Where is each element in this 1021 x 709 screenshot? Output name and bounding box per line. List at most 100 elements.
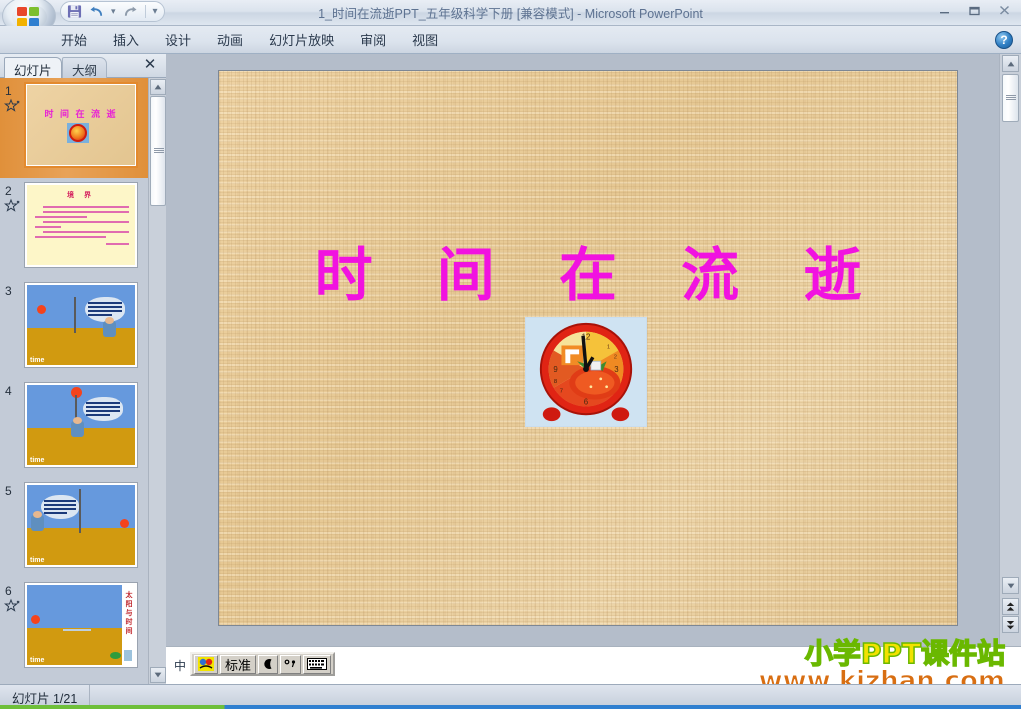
tab-view[interactable]: 视图 <box>399 26 451 54</box>
slide-caption: time <box>30 457 45 464</box>
customize-qat-icon[interactable]: ▾ <box>153 6 158 17</box>
slide-thumbnail-list[interactable]: 1 时 间 在 流 逝 2 境 界 3 time 4 time 5 time 6… <box>0 78 148 684</box>
tab-slides[interactable]: 幻灯片 <box>4 57 62 78</box>
slide-number: 2 <box>5 184 12 198</box>
speech-bubble <box>41 495 79 519</box>
slide-number: 4 <box>5 384 12 398</box>
tab-design[interactable]: 设计 <box>152 26 204 54</box>
half-moon-icon[interactable] <box>258 654 279 674</box>
slide-5-preview: time <box>27 485 135 565</box>
slide-thumbnail-2[interactable]: 2 境 界 <box>0 178 148 278</box>
slide-4-preview: time <box>27 385 135 465</box>
svg-text:2: 2 <box>614 354 617 360</box>
slide-thumbnail-5[interactable]: 5 time <box>0 478 148 578</box>
slides-panel: 幻灯片 大纲 ✕ 1 时 间 在 流 逝 2 境 界 3 time 4 time… <box>0 54 166 684</box>
next-slide-button[interactable] <box>1002 616 1019 633</box>
save-icon[interactable] <box>67 4 82 19</box>
animation-star-icon <box>4 98 20 112</box>
tab-insert[interactable]: 插入 <box>100 26 152 54</box>
slide-scroll-thumb[interactable] <box>1002 74 1019 122</box>
slide-area-scrollbar[interactable] <box>999 54 1021 646</box>
punctuation-icon[interactable] <box>280 654 302 674</box>
ime-language-bar[interactable]: 标准 <box>190 652 336 676</box>
svg-text:7: 7 <box>560 389 563 395</box>
clock-image[interactable]: 12 3 6 9 1 2 7 8 <box>525 317 647 427</box>
minimize-button[interactable] <box>935 2 955 18</box>
slide-1-title-text: 时 间 在 流 逝 <box>44 109 118 119</box>
quick-access-toolbar: ▾ ▾ <box>60 1 165 22</box>
slide-number: 6 <box>5 584 12 598</box>
undo-dropdown-icon[interactable]: ▾ <box>111 6 116 17</box>
slide-caption: time <box>30 657 45 664</box>
slide-2-title-text: 境 界 <box>67 192 95 199</box>
slide-scroll-down-button[interactable] <box>1002 577 1019 594</box>
help-icon[interactable]: ? <box>995 31 1013 49</box>
person-figure <box>71 417 84 437</box>
ime-logo-icon[interactable] <box>194 654 218 674</box>
scroll-grip-icon <box>154 147 164 155</box>
svg-text:1: 1 <box>607 344 610 350</box>
slides-scroll-up-button[interactable] <box>150 79 166 95</box>
slide-2-preview: 境 界 <box>27 185 135 265</box>
slide-thumbnail-frame: time <box>24 282 138 368</box>
slides-scroll-down-button[interactable] <box>150 667 166 683</box>
slide-1-preview: 时 间 在 流 逝 <box>27 85 135 165</box>
ribbon-tab-strip: 开始 插入 设计 动画 幻灯片放映 审阅 视图 ? <box>0 26 1021 54</box>
tab-home[interactable]: 开始 <box>48 26 100 54</box>
slide-2-body-lines <box>35 203 129 245</box>
restore-button[interactable] <box>965 2 985 18</box>
ime-prefix-text: 中 <box>174 659 187 673</box>
slide-6-preview: 太阳与时间 time <box>27 585 135 665</box>
slide-thumbnail-frame: 太阳与时间 time <box>24 582 138 668</box>
previous-slide-button[interactable] <box>1002 598 1019 615</box>
animation-star-icon <box>4 598 20 612</box>
person-figure <box>103 317 116 337</box>
slide-thumbnail-frame: time <box>24 482 138 568</box>
slide-number: 5 <box>5 484 12 498</box>
svg-text:9: 9 <box>553 365 557 374</box>
slide-number: 1 <box>5 84 12 98</box>
redo-icon[interactable] <box>123 5 138 19</box>
undo-icon[interactable] <box>89 5 104 19</box>
window-controls <box>935 2 1015 18</box>
slide-thumbnail-frame: 时 间 在 流 逝 <box>24 82 138 168</box>
tab-outline[interactable]: 大纲 <box>62 57 108 78</box>
slide-scroll-up-button[interactable] <box>1002 55 1019 72</box>
ime-mode-button[interactable]: 标准 <box>220 654 257 674</box>
slide-3-preview: time <box>27 285 135 365</box>
close-button[interactable] <box>995 2 1015 18</box>
slide-counter: 幻灯片 1/21 <box>0 685 91 706</box>
powerpoint-window: 1_时间在流逝PPT_五年级科学下册 [兼容模式] - Microsoft Po… <box>0 0 1021 709</box>
tab-review[interactable]: 审阅 <box>347 26 399 54</box>
slide-thumbnail-6[interactable]: 6 太阳与时间 time <box>0 578 148 678</box>
slides-panel-tabs: 幻灯片 大纲 ✕ <box>0 54 166 78</box>
slide-title-text[interactable]: 时 间 在 流 逝 <box>219 246 957 304</box>
slides-scroll-thumb[interactable] <box>150 96 166 206</box>
tab-slideshow[interactable]: 幻灯片放映 <box>256 26 347 54</box>
slide-thumbnail-frame: 境 界 <box>24 182 138 268</box>
red-alarm-clock-icon: 12 3 6 9 1 2 7 8 <box>526 318 646 426</box>
animation-star-icon <box>4 198 20 212</box>
close-panel-icon[interactable]: ✕ <box>142 57 158 73</box>
scroll-grip-icon <box>1006 94 1016 102</box>
slide-caption: time <box>30 357 45 364</box>
person-figure <box>31 511 44 531</box>
slide-thumbnail-3[interactable]: 3 time <box>0 278 148 378</box>
slide-number: 3 <box>5 284 12 298</box>
slide-thumbnail-4[interactable]: 4 time <box>0 378 148 478</box>
slide-edit-area: 时 间 在 流 逝 12 3 6 9 1 2 7 8 <box>166 54 999 646</box>
slide-thumbnail-1[interactable]: 1 时 间 在 流 逝 <box>0 78 148 178</box>
slides-panel-scrollbar[interactable] <box>148 78 166 684</box>
tab-animations[interactable]: 动画 <box>204 26 256 54</box>
soft-keyboard-icon[interactable] <box>303 654 332 674</box>
slide-canvas[interactable]: 时 间 在 流 逝 12 3 6 9 1 2 7 8 <box>218 70 958 626</box>
slide-caption: time <box>30 557 45 564</box>
view-toolbar-strip: 中 标准 <box>166 646 1021 684</box>
title-bar: 1_时间在流逝PPT_五年级科学下册 [兼容模式] - Microsoft Po… <box>0 0 1021 36</box>
slide-6-side-text: 太阳与时间 <box>125 592 133 635</box>
slide-1-clock-thumb <box>67 123 89 143</box>
qat-divider <box>144 5 146 18</box>
ribbon-tabs: 开始 插入 设计 动画 幻灯片放映 审阅 视图 <box>48 26 451 54</box>
svg-text:6: 6 <box>584 397 589 406</box>
speech-bubble <box>83 397 123 421</box>
